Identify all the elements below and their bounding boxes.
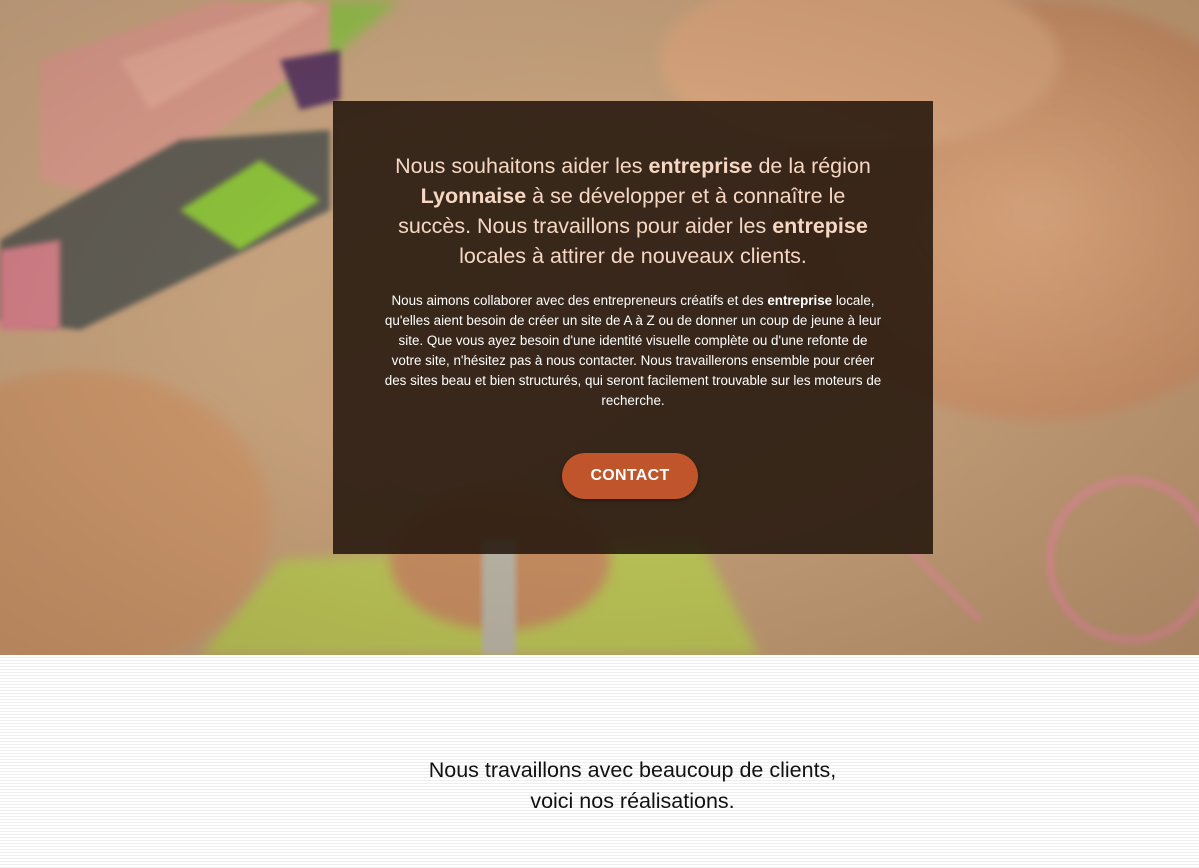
clients-section-heading: Nous travaillons avec beaucoup de client… <box>350 755 915 817</box>
clients-section: Nous travaillons avec beaucoup de client… <box>0 655 1199 868</box>
hero-lead-text: Nous souhaitons aider les entreprise de … <box>395 154 871 268</box>
hero-section: Nous souhaitons aider les entreprise de … <box>0 0 1199 655</box>
contact-button[interactable]: CONTACT <box>562 453 698 499</box>
page: Nous souhaitons aider les entreprise de … <box>0 0 1199 868</box>
hero-overlay-card: Nous souhaitons aider les entreprise de … <box>333 101 933 554</box>
clients-line-2: voici nos réalisations. <box>530 789 735 813</box>
clients-line-1: Nous travaillons avec beaucoup de client… <box>428 758 837 782</box>
hero-body-text: Nous aimons collaborer avec des entrepre… <box>384 293 882 408</box>
